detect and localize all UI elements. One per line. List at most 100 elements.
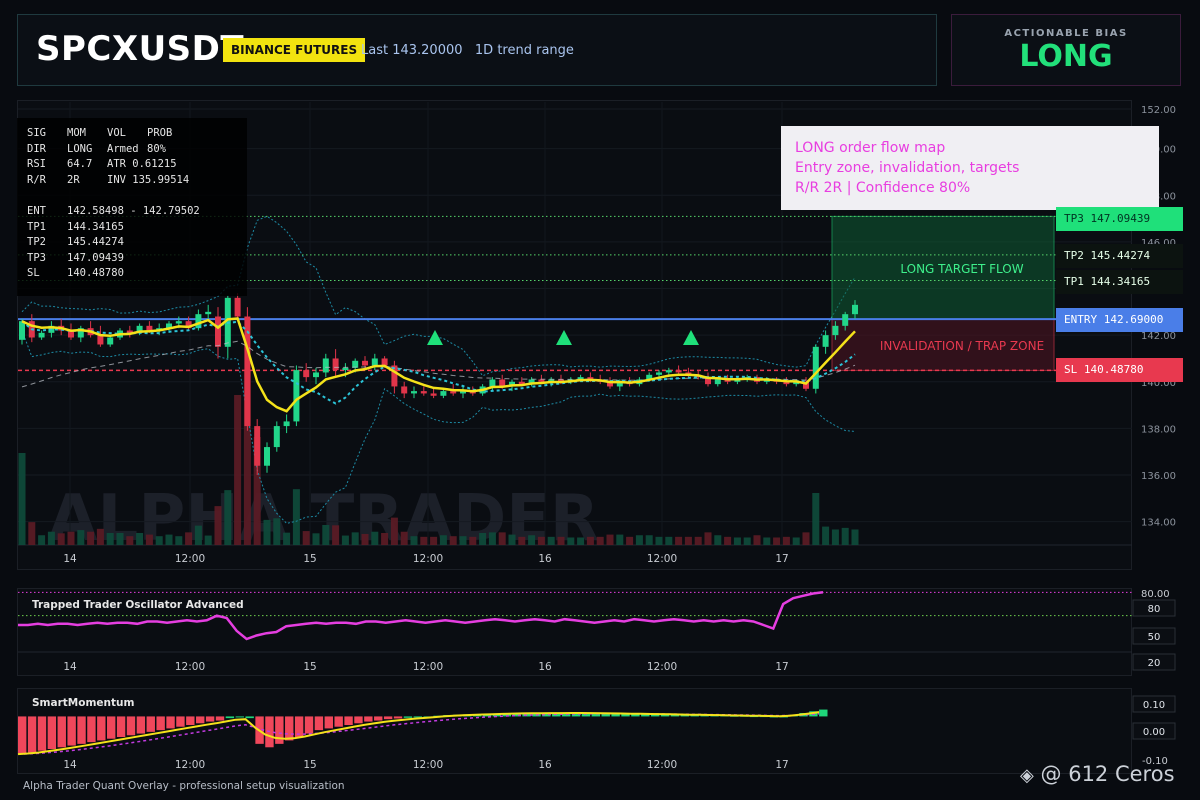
info-cell: 80%: [147, 142, 166, 155]
info-row: SIG MOM VOL PROB: [27, 126, 247, 142]
annotation-line-1: LONG order flow map: [795, 140, 946, 156]
volume-bar: [165, 534, 173, 545]
info-cell: 64.7: [67, 158, 93, 171]
mom-x-label: 12:00: [175, 759, 205, 771]
momentum-bar: [116, 716, 126, 737]
momentum-bar: [27, 716, 37, 753]
volume-bar: [155, 536, 163, 545]
info-cell: R/R: [27, 173, 46, 186]
candle-body: [822, 335, 829, 347]
footer-caption: Alpha Trader Quant Overlay - professiona…: [23, 780, 345, 792]
volume-bar: [361, 533, 369, 545]
momentum-bar: [304, 716, 314, 734]
volume-bar: [96, 528, 104, 545]
momentum-bar: [344, 716, 353, 725]
momentum-bar: [383, 716, 393, 720]
volume-bar: [469, 536, 477, 545]
volume-bar: [655, 536, 663, 545]
entry-tag: ENTRY 142.69000: [1056, 308, 1183, 332]
info-cell: Armed: [107, 142, 139, 155]
volume-bar: [626, 536, 634, 545]
volume-bar: [175, 536, 183, 545]
candle-body: [420, 391, 427, 394]
y-tick-label: 152.00: [1141, 105, 1176, 116]
volume-bar: [684, 536, 692, 545]
momentum-bar: [275, 716, 284, 744]
candle-body: [293, 370, 300, 422]
target-zone-label: LONG TARGET FLOW: [900, 262, 1023, 276]
volume-bar: [116, 533, 124, 545]
volume-bar: [694, 536, 702, 545]
info-cell: 140.48780: [67, 267, 124, 280]
info-row: TP3 147.09439: [27, 251, 247, 267]
volume-bar: [390, 517, 398, 545]
mom-y-label: 0.00: [1143, 727, 1165, 738]
diamond-logo-icon: ◈: [1020, 765, 1034, 786]
momentum-bar: [186, 716, 195, 725]
info-cell: ENT: [27, 204, 46, 217]
volume-bar: [322, 525, 330, 545]
volume-bar: [439, 535, 447, 545]
volume-bar: [400, 531, 408, 545]
volume-bar: [224, 490, 232, 545]
candle-body: [832, 325, 839, 336]
volume-bar: [547, 536, 555, 545]
candle-body: [273, 426, 280, 448]
momentum-bar: [314, 716, 324, 731]
volume-bar: [449, 536, 457, 545]
osc-x-label: 16: [538, 661, 552, 673]
osc-y-label: 80: [1148, 604, 1161, 615]
volume-bar: [126, 536, 134, 545]
volume-bar: [577, 537, 585, 545]
volume-bar: [341, 535, 349, 545]
volume-bar: [743, 537, 751, 545]
candle-body: [852, 304, 858, 315]
volume-bar: [753, 535, 761, 545]
info-cell: TP2: [27, 236, 46, 249]
volume-bar: [714, 535, 722, 545]
sl-tag: SL 140.48780: [1056, 358, 1183, 382]
annotation-line-2: Entry zone, invalidation, targets: [795, 160, 1020, 176]
info-cell: [167, 204, 207, 220]
volume-bar: [586, 536, 594, 545]
info-cell: INV 135.99514: [107, 173, 190, 186]
volume-bar: [87, 531, 95, 545]
oscillator-title: Trapped Trader Oscillator Advanced: [32, 599, 244, 611]
mom-x-label: 14: [63, 759, 77, 771]
signal-info-box: SIG MOM VOL PROB DIR LONG Armed 80% RSI 64.7 ATR 0…: [17, 118, 247, 296]
oscillator-chart[interactable]: Trapped Trader Oscillator Advanced 80.00…: [0, 586, 1200, 678]
info-cell: [164, 266, 204, 282]
volume-bar: [773, 537, 781, 545]
x-tick-label: 12:00: [413, 553, 443, 565]
info-cell: 2R: [67, 173, 80, 186]
volume-bar: [812, 493, 820, 545]
volume-bar: [332, 525, 340, 545]
volume-bar: [106, 533, 114, 545]
credit-text: @ 612 Ceros: [1040, 762, 1175, 786]
momentum-bar: [77, 716, 86, 744]
info-row: ENT 142.58498 - 142.79502: [27, 204, 247, 220]
info-cell: [124, 220, 164, 236]
candle-body: [440, 391, 447, 396]
candle-body: [283, 421, 290, 427]
volume-bar: [606, 534, 614, 545]
y-tick-label: 142.00: [1141, 331, 1176, 342]
momentum-bar: [374, 716, 383, 721]
volume-bar: [498, 532, 506, 545]
momentum-title: SmartMomentum: [32, 697, 134, 709]
momentum-bar: [126, 716, 136, 736]
candle-body: [381, 358, 388, 366]
momentum-bar: [97, 716, 106, 741]
volume-bar: [57, 533, 65, 545]
momentum-bar: [18, 716, 27, 755]
x-tick-label: 16: [538, 553, 552, 565]
volume-bar: [136, 533, 144, 545]
momentum-bar: [245, 716, 254, 719]
annotation-line-3: R/R 2R | Confidence 80%: [795, 180, 971, 196]
candle-body: [401, 386, 408, 394]
x-tick-label: 14: [63, 553, 77, 565]
info-cell: [207, 204, 247, 220]
candle-body: [411, 391, 417, 394]
candle-body: [146, 325, 153, 331]
osc-y-label: 50: [1148, 632, 1161, 643]
